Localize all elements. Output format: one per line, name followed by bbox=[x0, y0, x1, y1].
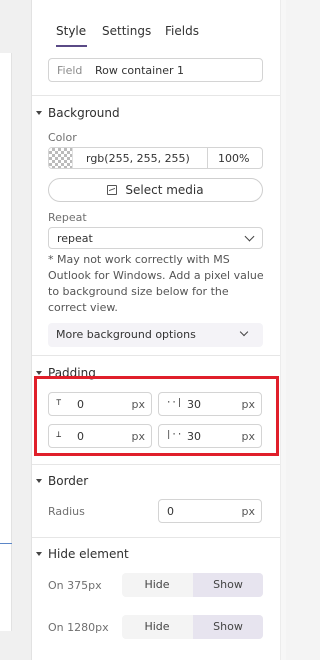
repeat-value: repeat bbox=[57, 232, 93, 245]
opacity-value[interactable]: 100% bbox=[218, 152, 249, 165]
caret-down-icon bbox=[36, 552, 42, 556]
panel-tabs: Style Settings Fields bbox=[32, 14, 281, 48]
select-media-label: Select media bbox=[125, 183, 204, 197]
visibility-toggle-375: Hide Show bbox=[122, 573, 263, 597]
hide-option[interactable]: Hide bbox=[122, 615, 192, 639]
chevron-down-icon bbox=[239, 327, 249, 337]
field-name-input[interactable]: Field Row container 1 bbox=[48, 58, 263, 82]
field-value: Row container 1 bbox=[95, 64, 184, 77]
panel-scrollbar[interactable] bbox=[280, 0, 286, 660]
hide-row-label: On 1280px bbox=[48, 621, 109, 634]
more-background-options[interactable]: More background options bbox=[48, 323, 263, 347]
radius-value: 0 bbox=[167, 505, 174, 518]
section-border-header[interactable]: Border bbox=[36, 474, 88, 488]
radius-unit: px bbox=[241, 505, 256, 518]
canvas-guide-line bbox=[0, 543, 12, 544]
color-value[interactable]: rgb(255, 255, 255) bbox=[86, 152, 190, 165]
color-label: Color bbox=[48, 131, 77, 144]
caret-down-icon bbox=[36, 371, 42, 375]
tab-settings[interactable]: Settings bbox=[102, 24, 151, 38]
field-label: Field bbox=[57, 64, 83, 77]
tab-fields[interactable]: Fields bbox=[165, 24, 199, 38]
repeat-label: Repeat bbox=[48, 211, 87, 224]
divider bbox=[32, 355, 281, 356]
section-title: Hide element bbox=[48, 547, 129, 561]
show-option[interactable]: Show bbox=[193, 573, 263, 597]
caret-down-icon bbox=[36, 479, 42, 483]
more-options-label: More background options bbox=[56, 328, 196, 341]
color-swatch[interactable] bbox=[49, 148, 73, 168]
section-title: Background bbox=[48, 106, 120, 120]
outlook-warning-note: * May not work correctly with MS Outlook… bbox=[48, 253, 264, 314]
properties-panel: Style Settings Fields Field Row containe… bbox=[31, 0, 281, 660]
color-picker-field[interactable]: rgb(255, 255, 255) 100% bbox=[48, 147, 263, 169]
section-title: Border bbox=[48, 474, 89, 488]
repeat-select[interactable]: repeat bbox=[48, 227, 263, 249]
chevron-down-icon bbox=[244, 231, 255, 242]
section-hide-element-header[interactable]: Hide element bbox=[36, 547, 129, 561]
divider bbox=[207, 148, 208, 168]
section-background-header[interactable]: Background bbox=[36, 106, 120, 120]
canvas-card bbox=[0, 53, 12, 631]
divider bbox=[32, 537, 281, 538]
show-option[interactable]: Show bbox=[193, 615, 263, 639]
image-icon bbox=[107, 185, 118, 195]
tab-style[interactable]: Style bbox=[56, 24, 86, 38]
canvas-area bbox=[0, 0, 31, 660]
divider bbox=[32, 464, 281, 465]
hide-row-label: On 375px bbox=[48, 579, 102, 592]
radius-label: Radius bbox=[48, 505, 85, 518]
radius-input[interactable]: 0 px bbox=[158, 499, 262, 523]
caret-down-icon bbox=[36, 111, 42, 115]
hide-option[interactable]: Hide bbox=[122, 573, 192, 597]
padding-highlight-box bbox=[34, 376, 279, 456]
divider bbox=[32, 95, 281, 96]
visibility-toggle-1280: Hide Show bbox=[122, 615, 263, 639]
select-media-button[interactable]: Select media bbox=[48, 178, 263, 202]
active-tab-indicator bbox=[56, 45, 87, 47]
